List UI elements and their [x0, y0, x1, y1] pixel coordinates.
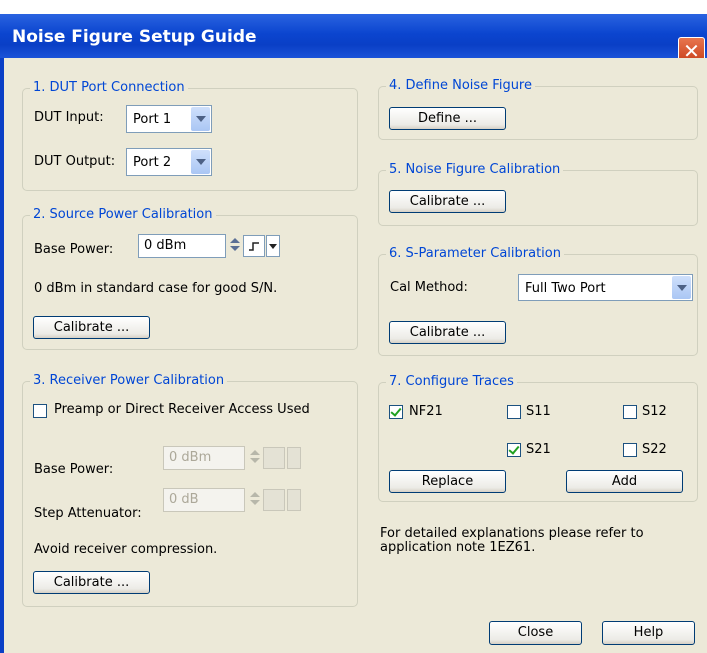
- spin-down-icon[interactable]: [250, 500, 260, 505]
- receiver-base-power-spinner[interactable]: [248, 447, 262, 469]
- base-power-value: 0 dBm: [144, 238, 187, 253]
- receiver-calibrate-button[interactable]: Calibrate ...: [33, 571, 150, 594]
- chevron-down-icon: [269, 244, 277, 249]
- base-power-spinner[interactable]: [228, 235, 242, 257]
- group-title: 3. Receiver Power Calibration: [30, 373, 228, 388]
- receiver-note: Avoid receiver compression.: [34, 542, 218, 557]
- receiver-base-power-label: Base Power:: [34, 462, 114, 477]
- receiver-base-power-input[interactable]: 0 dBm: [163, 446, 245, 470]
- chevron-down-icon[interactable]: [672, 276, 691, 299]
- trace-nf21-label: NF21: [409, 404, 443, 419]
- cal-method-select[interactable]: Full Two Port: [518, 274, 693, 301]
- step-attenuator-input[interactable]: 0 dB: [163, 488, 245, 512]
- dut-output-value: Port 2: [133, 155, 172, 170]
- dut-input-value: Port 1: [133, 112, 172, 127]
- window-frame-left: [0, 58, 4, 653]
- receiver-base-power-dropdown[interactable]: [287, 447, 301, 469]
- step-mode-button[interactable]: [243, 235, 265, 257]
- source-calibrate-button[interactable]: Calibrate ...: [33, 316, 150, 339]
- trace-s12-checkbox[interactable]: [623, 405, 637, 419]
- trace-s22-checkbox[interactable]: [623, 443, 637, 457]
- trace-s11-checkbox[interactable]: [507, 405, 521, 419]
- group-title: 1. DUT Port Connection: [30, 80, 188, 95]
- group-title: 2. Source Power Calibration: [30, 207, 216, 222]
- trace-s21-label: S21: [526, 442, 551, 457]
- trace-s11-label: S11: [526, 404, 551, 419]
- replace-button[interactable]: Replace: [389, 470, 506, 493]
- title-bar: Noise Figure Setup Guide ✕: [0, 14, 707, 64]
- preamp-checkbox[interactable]: [33, 404, 47, 418]
- dut-output-label: DUT Output:: [34, 154, 116, 169]
- group-title: 4. Define Noise Figure: [386, 78, 535, 93]
- receiver-base-power-value: 0 dBm: [169, 450, 212, 465]
- spin-up-icon[interactable]: [230, 238, 240, 243]
- step-attenuator-step-button[interactable]: [263, 489, 285, 511]
- spin-up-icon[interactable]: [250, 492, 260, 497]
- chevron-down-icon[interactable]: [191, 150, 210, 174]
- define-button[interactable]: Define ...: [389, 107, 506, 130]
- dut-input-label: DUT Input:: [34, 110, 104, 125]
- cal-method-value: Full Two Port: [525, 281, 606, 296]
- help-button[interactable]: Help: [602, 621, 695, 645]
- trace-s21-checkbox[interactable]: [507, 443, 521, 457]
- step-attenuator-label: Step Attenuator:: [34, 506, 142, 521]
- window-title: Noise Figure Setup Guide: [12, 27, 257, 47]
- top-strip: [0, 0, 707, 14]
- base-power-input[interactable]: 0 dBm: [138, 234, 226, 258]
- s-param-calibrate-button[interactable]: Calibrate ...: [389, 321, 506, 344]
- spin-down-icon[interactable]: [230, 246, 240, 251]
- step-dropdown-button[interactable]: [266, 235, 280, 257]
- cal-method-label: Cal Method:: [390, 280, 468, 295]
- preamp-label: Preamp or Direct Receiver Access Used: [54, 402, 310, 417]
- close-button[interactable]: Close: [489, 621, 582, 645]
- spin-down-icon[interactable]: [250, 458, 260, 463]
- source-power-note: 0 dBm in standard case for good S/N.: [34, 281, 278, 296]
- info-text-line-2: application note 1EZ61.: [380, 540, 536, 555]
- info-text-line-1: For detailed explanations please refer t…: [380, 526, 644, 541]
- group-title: 5. Noise Figure Calibration: [386, 162, 564, 177]
- trace-nf21-checkbox[interactable]: [389, 405, 403, 419]
- step-attenuator-spinner[interactable]: [248, 489, 262, 511]
- dut-input-select[interactable]: Port 1: [126, 105, 212, 133]
- group-title: 6. S-Parameter Calibration: [386, 246, 564, 261]
- step-attenuator-dropdown[interactable]: [287, 489, 301, 511]
- trace-s12-label: S12: [642, 404, 667, 419]
- add-button[interactable]: Add: [566, 470, 683, 493]
- chevron-down-icon[interactable]: [191, 107, 210, 131]
- group-title: 7. Configure Traces: [386, 374, 517, 389]
- base-power-label: Base Power:: [34, 242, 114, 257]
- noise-calibrate-button[interactable]: Calibrate ...: [389, 190, 506, 213]
- dut-output-select[interactable]: Port 2: [126, 148, 212, 176]
- trace-s22-label: S22: [642, 442, 667, 457]
- spin-up-icon[interactable]: [250, 450, 260, 455]
- step-attenuator-value: 0 dB: [169, 492, 199, 507]
- step-icon: [249, 242, 259, 251]
- receiver-base-power-step-button[interactable]: [263, 447, 285, 469]
